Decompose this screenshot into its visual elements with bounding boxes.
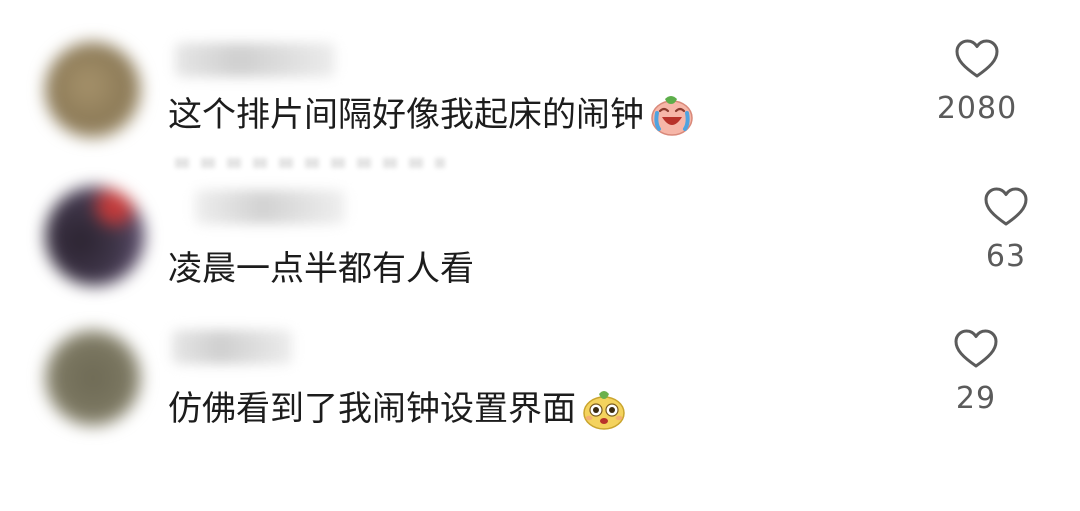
comment-text-row: 仿佛看到了我闹钟设置界面 (168, 387, 628, 431)
username-blurred[interactable] (195, 190, 345, 224)
heart-outline-icon[interactable] (953, 328, 999, 370)
blurred-text-remnant (175, 158, 445, 168)
comment-text-row: 这个排片间隔好像我起床的闹钟 (168, 93, 696, 137)
like-count: 63 (985, 239, 1027, 274)
username-blurred[interactable] (172, 330, 292, 364)
surprised-face-emoji-icon (583, 391, 625, 430)
comment-text: 这个排片间隔好像我起床的闹钟 (168, 95, 644, 135)
avatar[interactable] (45, 330, 141, 426)
comment-list: 这个排片间隔好像我起床的闹钟 2080 凌晨一点半都有人看 63 仿佛看到了我闹… (0, 0, 1080, 511)
like-control[interactable]: 63 (951, 186, 1061, 274)
like-control[interactable]: 2080 (922, 38, 1032, 126)
username-blurred[interactable] (175, 43, 335, 77)
comment-text: 仿佛看到了我闹钟设置界面 (168, 389, 576, 429)
like-control[interactable]: 29 (921, 328, 1031, 416)
heart-outline-icon[interactable] (954, 38, 1000, 80)
like-count: 29 (955, 381, 997, 416)
heart-outline-icon[interactable] (983, 186, 1029, 228)
avatar[interactable] (45, 186, 145, 286)
avatar[interactable] (45, 42, 141, 138)
comment-text-row: 凌晨一点半都有人看 (168, 248, 474, 290)
like-count: 2080 (936, 91, 1018, 126)
crying-laugh-emoji-icon (651, 96, 693, 136)
comment-text: 凌晨一点半都有人看 (168, 249, 474, 289)
